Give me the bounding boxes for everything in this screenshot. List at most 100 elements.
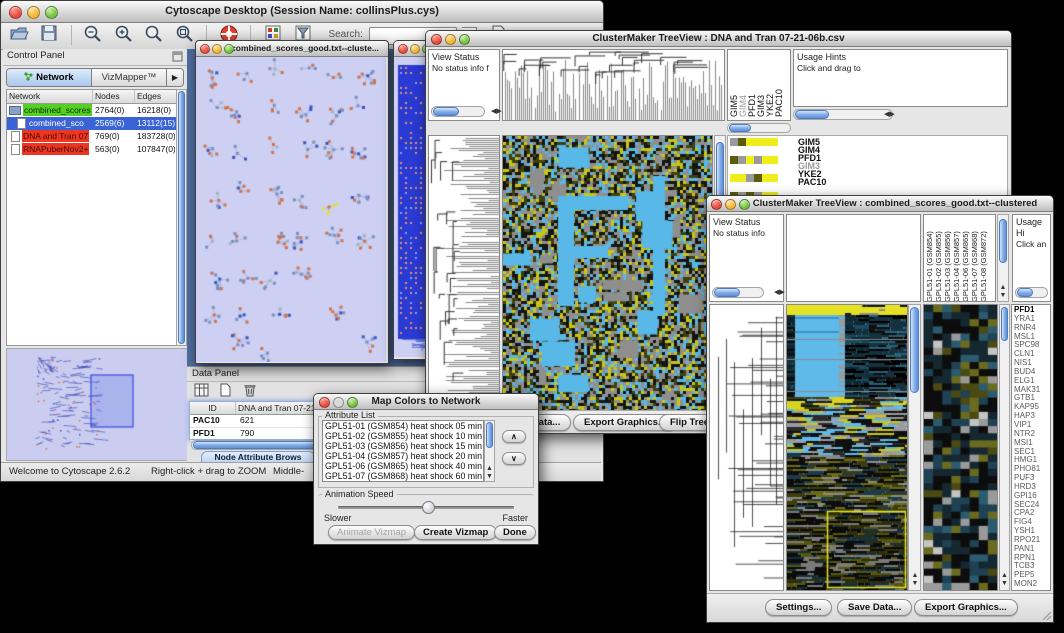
tv1-global-heatmap[interactable]	[502, 135, 713, 411]
tv1-row-dendrogram[interactable]	[428, 135, 500, 411]
tv2-column-label[interactable]: GPL51-06 (GSM865)	[961, 216, 970, 302]
attribute-list-scrollbar[interactable]: ▲ ▼	[484, 420, 495, 482]
attribute-item[interactable]: GPL51-03 (GSM856) heat shock 15 min	[325, 441, 483, 451]
create-vizmap-button[interactable]: Create Vizmap	[414, 525, 497, 540]
done-button[interactable]: Done	[494, 525, 536, 540]
scrollbar-thumb[interactable]	[433, 107, 459, 116]
minimize-button[interactable]	[333, 397, 344, 408]
minimize-button[interactable]	[445, 34, 456, 45]
tv2-global-heatmap[interactable]	[786, 304, 908, 591]
tv2-column-label[interactable]: GPL51-04 (GSM857)	[952, 216, 961, 302]
scrollbar-thumb[interactable]	[910, 307, 919, 393]
scroll-up-icon[interactable]: ▲	[998, 284, 1008, 292]
animation-speed-slider[interactable]	[338, 506, 514, 509]
slider-thumb[interactable]	[422, 501, 435, 514]
tv2-row-dendrogram-canvas[interactable]	[710, 305, 783, 590]
scrollbar-thumb[interactable]	[178, 91, 185, 344]
close-button[interactable]	[398, 44, 408, 54]
scrollbar-thumb[interactable]	[999, 219, 1007, 263]
close-button[interactable]	[200, 44, 210, 54]
network-table-header[interactable]: NetworkNodesEdges	[7, 90, 176, 104]
tv1-row-label[interactable]: PAC10	[798, 178, 826, 186]
birdseye-view[interactable]	[6, 348, 189, 461]
tv2-settings-button[interactable]: Settings...	[765, 599, 832, 616]
tv2-gene-label[interactable]: MON2	[1014, 580, 1050, 589]
treeview2-titlebar[interactable]: ClusterMaker TreeView : combined_scores_…	[707, 196, 1053, 212]
close-button[interactable]	[431, 34, 442, 45]
tv1-heatmap-canvas[interactable]	[503, 136, 712, 410]
animate-vizmap-button[interactable]: Animate Vizmap	[328, 525, 415, 540]
tv2-column-label[interactable]: GPL51-02 (GSM855)	[934, 216, 943, 302]
zoom-button[interactable]	[224, 44, 234, 54]
tv2-collabel-scrollbar[interactable]: ▲ ▼	[997, 214, 1009, 302]
treeview1-titlebar[interactable]: ClusterMaker TreeView : DNA and Tran 07-…	[426, 31, 1011, 47]
select-attributes-button[interactable]	[191, 383, 211, 399]
tv1-column-dendrogram-canvas[interactable]	[503, 50, 724, 120]
scroll-up-icon[interactable]: ▲	[485, 465, 494, 473]
float-panel-icon[interactable]	[172, 51, 183, 62]
close-button[interactable]	[9, 6, 22, 19]
network-row[interactable]: combined_scores2764(0)16218(0)	[7, 104, 176, 117]
scrollbar-thumb[interactable]	[1017, 288, 1033, 297]
tv2-column-label[interactable]: GPL51-01 (GSM854)	[925, 216, 934, 302]
attribute-item[interactable]: GPL51-02 (GSM855) heat shock 10 min	[325, 431, 483, 441]
tv2-heatmap-canvas[interactable]	[787, 305, 907, 590]
close-button[interactable]	[711, 199, 722, 210]
scrollbar-thumb[interactable]	[729, 124, 751, 132]
delete-attribute-button[interactable]	[240, 383, 260, 399]
network-view-titlebar[interactable]: combined_scores_good.txt--cluste...	[196, 41, 388, 57]
tv2-zoom-heatmap[interactable]	[923, 304, 998, 591]
col-edges[interactable]: Edges	[135, 90, 173, 102]
network-row[interactable]: DNA and Tran 07769(0)183728(0)	[7, 130, 176, 143]
attribute-item[interactable]: GPL51-07 (GSM868) heat shock 60 min	[325, 471, 483, 481]
tv1-row-dendrogram-canvas[interactable]	[429, 136, 499, 410]
network-row[interactable]: combined_sco2569(6)13112(15)	[7, 117, 176, 130]
scroll-down-icon[interactable]: ▼	[485, 473, 494, 481]
tab-vizmapper[interactable]: VizMapper™	[92, 69, 167, 86]
scroll-down-icon[interactable]: ▼	[1000, 580, 1009, 588]
tv2-status-scrollbar[interactable]	[712, 287, 764, 298]
tv1-usage-scrollbar[interactable]: ◀▶	[793, 109, 893, 120]
col-id[interactable]: ID	[190, 402, 236, 414]
attribute-item[interactable]: GPL51-06 (GSM865) heat shock 40 min	[325, 461, 483, 471]
network-canvas[interactable]	[196, 57, 386, 362]
move-up-button[interactable]: ∧	[502, 430, 526, 443]
move-down-button[interactable]: ∨	[502, 452, 526, 465]
scroll-down-icon[interactable]: ▼	[998, 292, 1008, 300]
scroll-arrows-icon[interactable]: ◀▶	[884, 111, 894, 119]
zoom-button[interactable]	[459, 34, 470, 45]
scrollbar-thumb[interactable]	[486, 422, 493, 448]
tv1-column-label[interactable]: GIM4	[738, 51, 747, 117]
network-row[interactable]: RNAPuberNov2+563(0)107847(0)	[7, 143, 176, 156]
tv2-column-label[interactable]: GPL51-03 (GSM856)	[943, 216, 952, 302]
zoom-button[interactable]	[739, 199, 750, 210]
col-nodes[interactable]: Nodes	[93, 90, 135, 102]
tab-overflow-button[interactable]: ▶	[167, 69, 183, 86]
close-button[interactable]	[319, 397, 330, 408]
tv2-export-graphics-button[interactable]: Export Graphics...	[914, 599, 1018, 616]
minimize-button[interactable]	[725, 199, 736, 210]
tv1-column-label[interactable]: PAC10	[774, 51, 783, 117]
tv2-row-dendrogram[interactable]	[709, 304, 784, 591]
scrollbar-thumb[interactable]	[795, 110, 829, 119]
tab-network[interactable]: Network	[7, 69, 92, 86]
zoom-fit-button[interactable]	[142, 24, 166, 46]
minimize-button[interactable]	[27, 6, 40, 19]
zoom-in-button[interactable]	[112, 24, 136, 46]
tv1-zoom-scrollbar[interactable]	[727, 123, 791, 133]
open-session-button[interactable]	[7, 24, 31, 46]
tv1-column-label[interactable]: PFD1	[747, 51, 756, 117]
save-session-button[interactable]	[37, 24, 61, 46]
tv1-column-label[interactable]: GIM5	[729, 51, 738, 117]
main-titlebar[interactable]: Cytoscape Desktop (Session Name: collins…	[1, 1, 603, 23]
tv2-zoom-heatmap-canvas[interactable]	[924, 305, 997, 590]
tv2-column-label[interactable]: GPL51-08 (GSM872)	[979, 216, 988, 302]
scroll-left-icon[interactable]: ◀▶	[491, 108, 501, 116]
zoom-button[interactable]	[347, 397, 358, 408]
resize-grip-icon[interactable]	[1042, 611, 1052, 621]
attribute-item[interactable]: GPL51-01 (GSM854) heat shock 05 min	[325, 421, 483, 431]
tv2-heatmap-vscrollbar[interactable]: ▲ ▼	[908, 304, 921, 591]
attribute-item[interactable]: GPL51-04 (GSM857) heat shock 20 min	[325, 451, 483, 461]
attribute-list[interactable]: GPL51-01 (GSM854) heat shock 05 minGPL51…	[322, 420, 484, 482]
birdseye-canvas[interactable]	[7, 349, 186, 458]
